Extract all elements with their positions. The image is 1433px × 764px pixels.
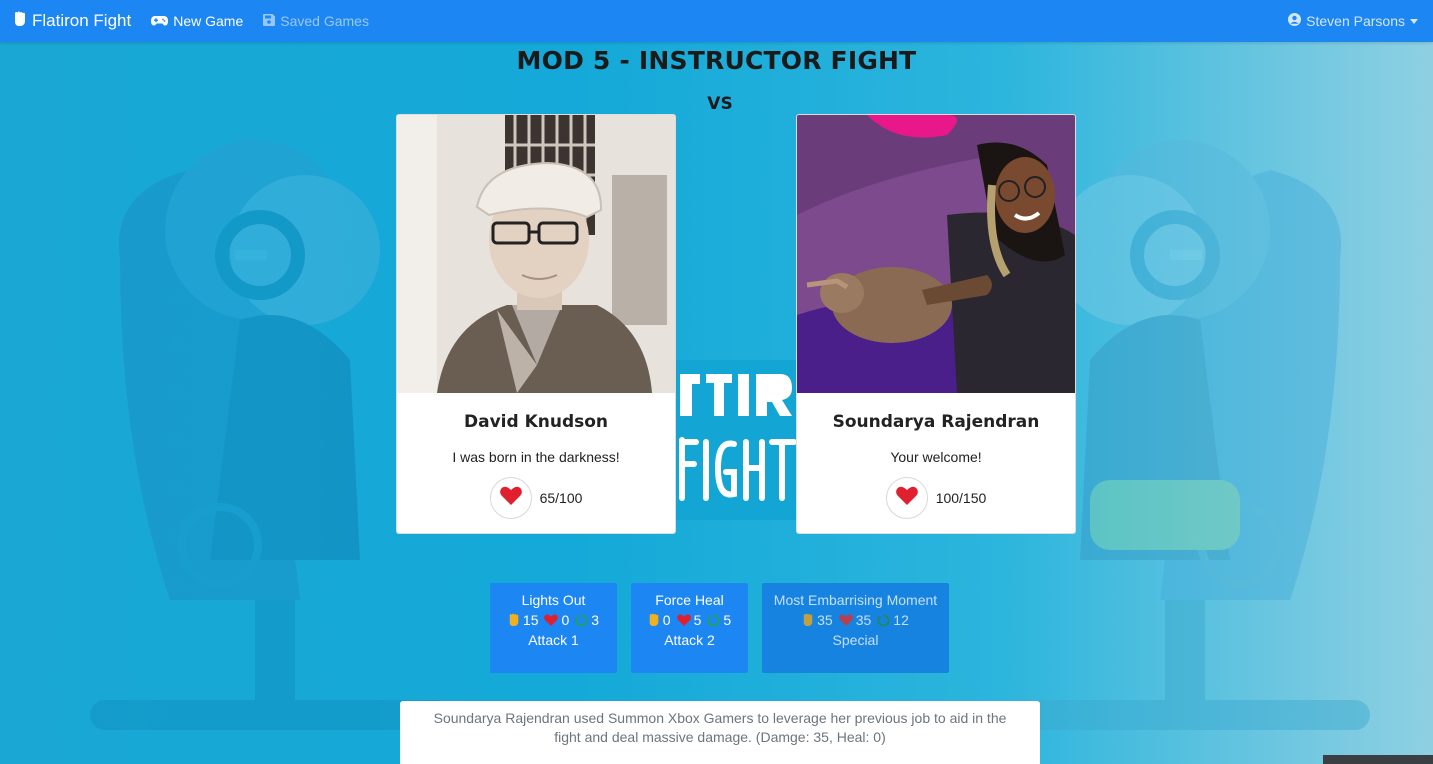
- move-type: Special: [832, 632, 879, 648]
- fighter-card-right: Soundarya Rajendran Your welcome! 100/15…: [796, 114, 1076, 534]
- top-navbar: Flatiron Fight New Game Saved Games Stev…: [0, 0, 1433, 42]
- attack-value: 0: [662, 612, 671, 628]
- heart-icon: [676, 614, 691, 626]
- fighter-hp: 100/150: [797, 477, 1075, 519]
- fist-icon: [13, 11, 32, 32]
- saved-games-label: Saved Games: [280, 13, 369, 29]
- fighter-photo-soundarya: [797, 115, 1075, 393]
- cooldown-icon: [575, 613, 588, 626]
- fighter-name: Soundarya Rajendran: [832, 412, 1040, 432]
- battle-log: Soundarya Rajendran used Summon Xbox Gam…: [400, 701, 1040, 764]
- move-type: Attack 2: [664, 632, 715, 648]
- heal-value: 35: [855, 612, 872, 628]
- user-circle-icon: [1288, 13, 1306, 29]
- move-button-lights-out[interactable]: Lights Out 15 0 3 Attack 1: [490, 583, 617, 673]
- fighter-card-left: David Knudson I was born in the darkness…: [396, 114, 676, 534]
- new-game-label: New Game: [173, 13, 244, 29]
- fighter-quote: I was born in the darkness!: [452, 449, 620, 465]
- move-button-force-heal[interactable]: Force Heal 0 5 5 Attack 2: [631, 583, 748, 673]
- saved-games-link[interactable]: Saved Games: [263, 13, 369, 29]
- page-title: MOD 5 - INSTRUCTOR FIGHT: [516, 46, 917, 75]
- versus-label: VS: [707, 94, 733, 114]
- heal-value: 5: [693, 612, 702, 628]
- fighter-quote: Your welcome!: [890, 449, 982, 465]
- fist-attack-icon: [649, 613, 659, 626]
- cooldown-icon: [877, 613, 890, 626]
- brand-label: Flatiron Fight: [32, 11, 132, 30]
- cooldown-icon: [707, 613, 720, 626]
- user-menu-dropdown[interactable]: Steven Parsons: [1288, 0, 1418, 42]
- brand-link[interactable]: Flatiron Fight: [13, 11, 131, 32]
- move-name: Most Embarrising Moment: [773, 592, 938, 608]
- move-stats: 0 5 5: [631, 612, 748, 628]
- health-button[interactable]: [885, 477, 928, 519]
- heart-icon: [544, 614, 559, 626]
- corner-widget: [1323, 755, 1433, 764]
- gamepad-icon: [151, 13, 173, 29]
- move-stats: 15 0 3: [490, 612, 617, 628]
- heart-icon: [838, 614, 853, 626]
- cooldown-value: 12: [893, 612, 909, 628]
- fist-attack-icon: [509, 613, 519, 626]
- fighter-name: David Knudson: [463, 412, 609, 432]
- heart-icon: [895, 486, 918, 510]
- cooldown-value: 3: [591, 612, 600, 628]
- move-name: Lights Out: [521, 592, 586, 608]
- chevron-down-icon: [1410, 18, 1418, 24]
- move-name: Force Heal: [655, 592, 724, 608]
- heart-icon: [499, 486, 522, 510]
- move-button-special[interactable]: Most Embarrising Moment 35 35 12 Special: [762, 583, 949, 673]
- flatiron-fighter-logo: [676, 360, 796, 520]
- fist-attack-icon: [803, 613, 813, 626]
- heal-value: 0: [561, 612, 570, 628]
- cooldown-value: 5: [723, 612, 732, 628]
- hp-value: 100/150: [935, 490, 987, 506]
- fighter-hp: 65/100: [397, 477, 675, 519]
- user-name: Steven Parsons: [1306, 13, 1405, 29]
- attack-value: 15: [522, 612, 539, 628]
- attack-value: 35: [817, 612, 833, 628]
- fighter-photo-david: [397, 115, 675, 393]
- new-game-link[interactable]: New Game: [151, 13, 243, 29]
- health-button[interactable]: [489, 477, 532, 519]
- move-type: Attack 1: [528, 632, 579, 648]
- save-icon: [263, 13, 280, 29]
- move-stats: 35 35 12: [762, 612, 949, 628]
- hp-value: 65/100: [539, 490, 583, 506]
